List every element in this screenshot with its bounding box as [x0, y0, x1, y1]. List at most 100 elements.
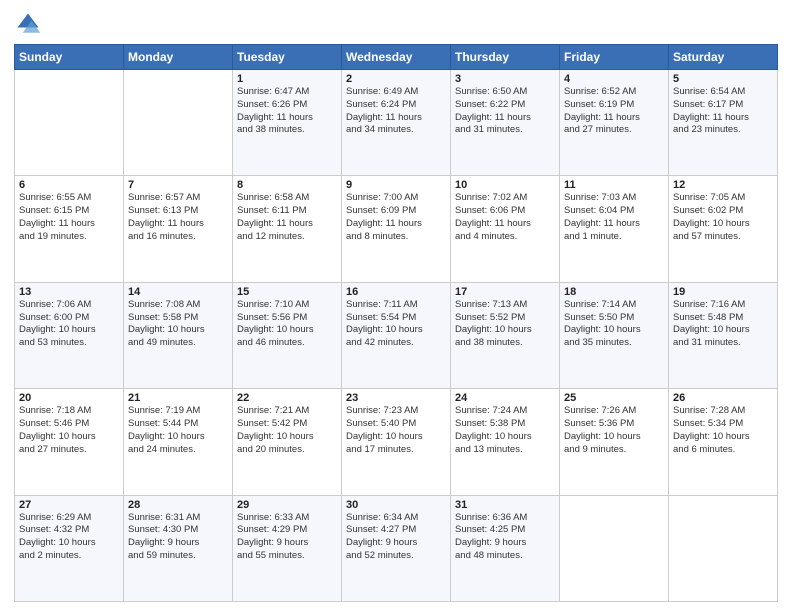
day-info: Sunrise: 7:08 AM Sunset: 5:58 PM Dayligh…	[128, 299, 228, 350]
day-info: Sunrise: 6:36 AM Sunset: 4:25 PM Dayligh…	[455, 512, 555, 563]
day-number: 19	[673, 286, 773, 298]
day-info: Sunrise: 6:49 AM Sunset: 6:24 PM Dayligh…	[346, 86, 446, 137]
day-info: Sunrise: 6:57 AM Sunset: 6:13 PM Dayligh…	[128, 192, 228, 243]
day-info: Sunrise: 7:02 AM Sunset: 6:06 PM Dayligh…	[455, 192, 555, 243]
header	[14, 10, 778, 38]
calendar-cell: 30Sunrise: 6:34 AM Sunset: 4:27 PM Dayli…	[342, 495, 451, 601]
calendar-cell: 12Sunrise: 7:05 AM Sunset: 6:02 PM Dayli…	[669, 176, 778, 282]
day-number: 23	[346, 392, 446, 404]
logo-icon	[14, 10, 42, 38]
calendar-cell: 10Sunrise: 7:02 AM Sunset: 6:06 PM Dayli…	[451, 176, 560, 282]
day-info: Sunrise: 7:06 AM Sunset: 6:00 PM Dayligh…	[19, 299, 119, 350]
calendar-cell: 21Sunrise: 7:19 AM Sunset: 5:44 PM Dayli…	[124, 389, 233, 495]
calendar-cell: 19Sunrise: 7:16 AM Sunset: 5:48 PM Dayli…	[669, 282, 778, 388]
calendar-cell	[560, 495, 669, 601]
calendar-cell: 15Sunrise: 7:10 AM Sunset: 5:56 PM Dayli…	[233, 282, 342, 388]
weekday-monday: Monday	[124, 45, 233, 70]
day-number: 1	[237, 73, 337, 85]
calendar-cell: 23Sunrise: 7:23 AM Sunset: 5:40 PM Dayli…	[342, 389, 451, 495]
weekday-friday: Friday	[560, 45, 669, 70]
day-info: Sunrise: 6:34 AM Sunset: 4:27 PM Dayligh…	[346, 512, 446, 563]
day-number: 8	[237, 179, 337, 191]
day-info: Sunrise: 7:19 AM Sunset: 5:44 PM Dayligh…	[128, 405, 228, 456]
calendar-week-1: 1Sunrise: 6:47 AM Sunset: 6:26 PM Daylig…	[15, 70, 778, 176]
day-info: Sunrise: 6:29 AM Sunset: 4:32 PM Dayligh…	[19, 512, 119, 563]
day-number: 17	[455, 286, 555, 298]
calendar-table: SundayMondayTuesdayWednesdayThursdayFrid…	[14, 44, 778, 602]
day-number: 25	[564, 392, 664, 404]
day-number: 24	[455, 392, 555, 404]
day-number: 10	[455, 179, 555, 191]
day-info: Sunrise: 7:05 AM Sunset: 6:02 PM Dayligh…	[673, 192, 773, 243]
day-number: 16	[346, 286, 446, 298]
day-info: Sunrise: 6:33 AM Sunset: 4:29 PM Dayligh…	[237, 512, 337, 563]
page: SundayMondayTuesdayWednesdayThursdayFrid…	[0, 0, 792, 612]
day-number: 7	[128, 179, 228, 191]
calendar-cell	[15, 70, 124, 176]
day-number: 15	[237, 286, 337, 298]
day-info: Sunrise: 7:10 AM Sunset: 5:56 PM Dayligh…	[237, 299, 337, 350]
weekday-thursday: Thursday	[451, 45, 560, 70]
calendar-week-5: 27Sunrise: 6:29 AM Sunset: 4:32 PM Dayli…	[15, 495, 778, 601]
day-number: 14	[128, 286, 228, 298]
day-number: 3	[455, 73, 555, 85]
calendar-cell: 11Sunrise: 7:03 AM Sunset: 6:04 PM Dayli…	[560, 176, 669, 282]
weekday-sunday: Sunday	[15, 45, 124, 70]
day-info: Sunrise: 7:26 AM Sunset: 5:36 PM Dayligh…	[564, 405, 664, 456]
day-info: Sunrise: 6:54 AM Sunset: 6:17 PM Dayligh…	[673, 86, 773, 137]
day-info: Sunrise: 6:50 AM Sunset: 6:22 PM Dayligh…	[455, 86, 555, 137]
calendar-cell: 7Sunrise: 6:57 AM Sunset: 6:13 PM Daylig…	[124, 176, 233, 282]
calendar-cell: 22Sunrise: 7:21 AM Sunset: 5:42 PM Dayli…	[233, 389, 342, 495]
day-info: Sunrise: 7:00 AM Sunset: 6:09 PM Dayligh…	[346, 192, 446, 243]
calendar-cell: 28Sunrise: 6:31 AM Sunset: 4:30 PM Dayli…	[124, 495, 233, 601]
calendar-cell: 3Sunrise: 6:50 AM Sunset: 6:22 PM Daylig…	[451, 70, 560, 176]
day-info: Sunrise: 7:14 AM Sunset: 5:50 PM Dayligh…	[564, 299, 664, 350]
weekday-tuesday: Tuesday	[233, 45, 342, 70]
weekday-header-row: SundayMondayTuesdayWednesdayThursdayFrid…	[15, 45, 778, 70]
calendar-body: 1Sunrise: 6:47 AM Sunset: 6:26 PM Daylig…	[15, 70, 778, 602]
day-info: Sunrise: 7:03 AM Sunset: 6:04 PM Dayligh…	[564, 192, 664, 243]
calendar-cell: 8Sunrise: 6:58 AM Sunset: 6:11 PM Daylig…	[233, 176, 342, 282]
day-number: 12	[673, 179, 773, 191]
calendar-cell: 25Sunrise: 7:26 AM Sunset: 5:36 PM Dayli…	[560, 389, 669, 495]
calendar-week-3: 13Sunrise: 7:06 AM Sunset: 6:00 PM Dayli…	[15, 282, 778, 388]
day-info: Sunrise: 7:18 AM Sunset: 5:46 PM Dayligh…	[19, 405, 119, 456]
calendar-cell	[124, 70, 233, 176]
day-info: Sunrise: 6:52 AM Sunset: 6:19 PM Dayligh…	[564, 86, 664, 137]
calendar-cell: 24Sunrise: 7:24 AM Sunset: 5:38 PM Dayli…	[451, 389, 560, 495]
day-number: 22	[237, 392, 337, 404]
day-number: 27	[19, 499, 119, 511]
day-number: 11	[564, 179, 664, 191]
day-number: 20	[19, 392, 119, 404]
calendar-cell: 14Sunrise: 7:08 AM Sunset: 5:58 PM Dayli…	[124, 282, 233, 388]
day-number: 26	[673, 392, 773, 404]
day-number: 21	[128, 392, 228, 404]
calendar-cell: 6Sunrise: 6:55 AM Sunset: 6:15 PM Daylig…	[15, 176, 124, 282]
day-number: 29	[237, 499, 337, 511]
calendar-cell	[669, 495, 778, 601]
day-info: Sunrise: 7:16 AM Sunset: 5:48 PM Dayligh…	[673, 299, 773, 350]
day-number: 5	[673, 73, 773, 85]
calendar-cell: 13Sunrise: 7:06 AM Sunset: 6:00 PM Dayli…	[15, 282, 124, 388]
day-number: 2	[346, 73, 446, 85]
calendar-cell: 2Sunrise: 6:49 AM Sunset: 6:24 PM Daylig…	[342, 70, 451, 176]
weekday-wednesday: Wednesday	[342, 45, 451, 70]
calendar-cell: 17Sunrise: 7:13 AM Sunset: 5:52 PM Dayli…	[451, 282, 560, 388]
calendar-cell: 4Sunrise: 6:52 AM Sunset: 6:19 PM Daylig…	[560, 70, 669, 176]
day-info: Sunrise: 7:28 AM Sunset: 5:34 PM Dayligh…	[673, 405, 773, 456]
day-number: 30	[346, 499, 446, 511]
day-number: 6	[19, 179, 119, 191]
day-number: 31	[455, 499, 555, 511]
day-number: 18	[564, 286, 664, 298]
calendar-cell: 20Sunrise: 7:18 AM Sunset: 5:46 PM Dayli…	[15, 389, 124, 495]
day-info: Sunrise: 6:58 AM Sunset: 6:11 PM Dayligh…	[237, 192, 337, 243]
day-info: Sunrise: 6:55 AM Sunset: 6:15 PM Dayligh…	[19, 192, 119, 243]
calendar-week-4: 20Sunrise: 7:18 AM Sunset: 5:46 PM Dayli…	[15, 389, 778, 495]
logo	[14, 10, 46, 38]
day-number: 13	[19, 286, 119, 298]
calendar-cell: 18Sunrise: 7:14 AM Sunset: 5:50 PM Dayli…	[560, 282, 669, 388]
calendar-week-2: 6Sunrise: 6:55 AM Sunset: 6:15 PM Daylig…	[15, 176, 778, 282]
day-info: Sunrise: 7:13 AM Sunset: 5:52 PM Dayligh…	[455, 299, 555, 350]
calendar-cell: 1Sunrise: 6:47 AM Sunset: 6:26 PM Daylig…	[233, 70, 342, 176]
weekday-saturday: Saturday	[669, 45, 778, 70]
